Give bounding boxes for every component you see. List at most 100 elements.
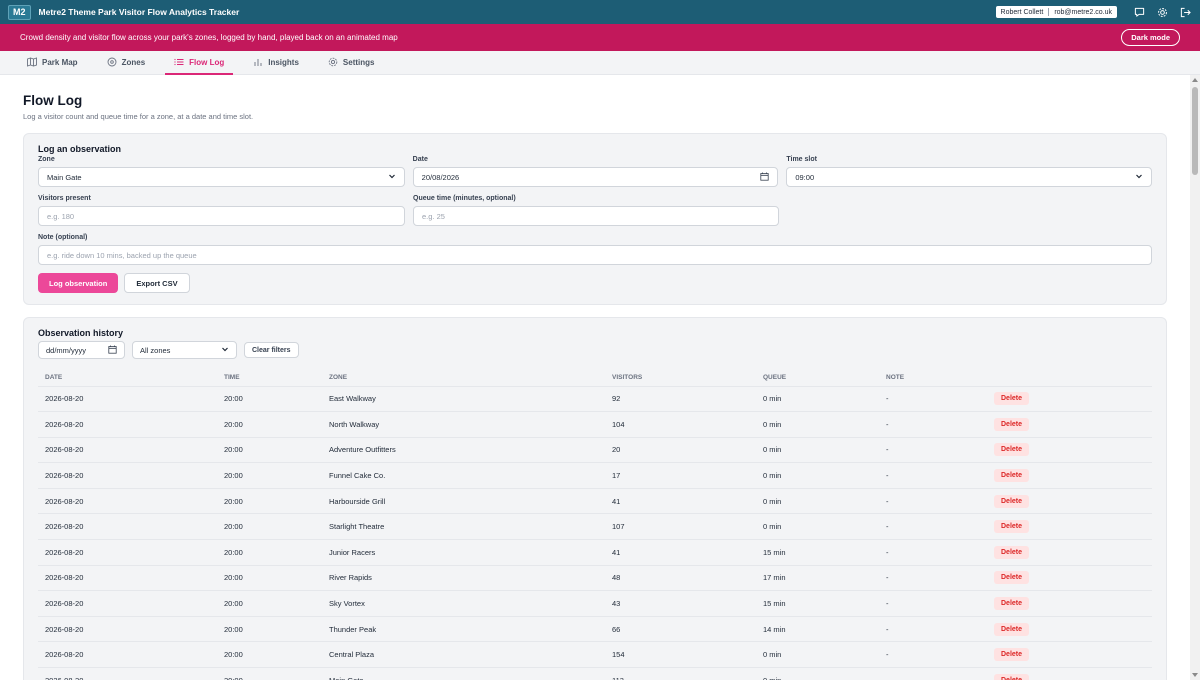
cell-actions: Delete [987, 539, 1152, 566]
date-input[interactable]: 20/08/2026 [412, 167, 779, 187]
tab-insights[interactable]: Insights [244, 51, 308, 74]
calendar-icon[interactable] [760, 172, 769, 183]
delete-button[interactable]: Delete [994, 545, 1030, 559]
column-header-note[interactable]: NOTE [879, 369, 987, 387]
table-row: 2026-08-20 20:00 Funnel Cake Co. 17 0 min - De… [38, 462, 1152, 489]
date-label: Date [412, 156, 428, 163]
export-csv-button[interactable]: Export CSV [124, 273, 190, 293]
scroll-up-arrow-icon[interactable] [1192, 78, 1198, 82]
observation-form: Log an observation Zone Main Gate Date 2… [23, 133, 1167, 305]
cell-note: - [879, 590, 987, 617]
gear-icon[interactable] [1155, 5, 1169, 19]
cell-time: 20:00 [217, 667, 322, 680]
cell-note: - [879, 488, 987, 515]
cell-queue: 15 min [756, 539, 879, 566]
chevron-down-icon [221, 345, 229, 355]
table-row: 2026-08-20 20:00 Junior Racers 41 15 min - Del… [38, 539, 1152, 566]
date-filter-placeholder: dd/mm/yyyy [46, 345, 87, 355]
cell-zone: East Walkway [322, 386, 605, 413]
column-header-actions [987, 369, 1152, 387]
map-icon [27, 56, 37, 69]
user-name: Robert Collett [1000, 8, 1044, 16]
column-header-date[interactable]: DATE [38, 369, 217, 387]
cell-zone: Main Gate [322, 667, 605, 680]
delete-button[interactable]: Delete [994, 443, 1030, 457]
delete-button[interactable]: Delete [994, 622, 1030, 636]
date-filter-input[interactable]: dd/mm/yyyy [38, 341, 125, 359]
time-slot-select[interactable]: 09:00 [786, 167, 1153, 187]
cell-date: 2026-08-20 [38, 488, 217, 515]
delete-button[interactable]: Delete [994, 571, 1030, 585]
cell-date: 2026-08-20 [38, 386, 217, 413]
cell-actions: Delete [987, 411, 1152, 438]
scroll-down-arrow-icon[interactable] [1192, 673, 1198, 677]
table-row: 2026-08-20 20:00 Harbourside Grill 41 0 min -… [38, 488, 1152, 515]
tab-settings[interactable]: Settings [319, 51, 384, 74]
zone-filter-value: All zones [140, 345, 171, 355]
banner-text: Crowd density and visitor flow across yo… [20, 33, 398, 42]
column-header-visitors[interactable]: VISITORS [605, 369, 756, 387]
dark-mode-button[interactable]: Dark mode [1121, 29, 1180, 46]
tab-flow-log[interactable]: Flow Log [165, 51, 234, 75]
chevron-down-icon [1135, 172, 1143, 182]
cell-date: 2026-08-20 [38, 616, 217, 643]
clear-filters-button[interactable]: Clear filters [244, 342, 299, 358]
cell-zone: Starlight Theatre [322, 513, 605, 541]
tab-label: Zones [121, 58, 146, 67]
delete-button[interactable]: Delete [994, 469, 1030, 483]
log-observation-button[interactable]: Log observation [38, 273, 119, 293]
tab-label: Insights [268, 58, 299, 67]
logout-icon[interactable] [1178, 5, 1192, 19]
cell-queue: 0 min [756, 488, 879, 515]
page-scrollbar[interactable] [1190, 75, 1200, 680]
delete-button[interactable]: Delete [994, 597, 1030, 611]
note-label: Note (optional) [38, 234, 88, 241]
divider [1048, 8, 1050, 16]
table-row: 2026-08-20 20:00 East Walkway 92 0 min - Delet… [38, 386, 1152, 413]
zone-select[interactable]: Main Gate [38, 167, 405, 187]
zone-filter-select[interactable]: All zones [132, 341, 237, 359]
cell-note: - [879, 411, 987, 438]
history-title: Observation history [38, 328, 124, 338]
column-header-queue[interactable]: QUEUE [756, 369, 879, 387]
cell-note: - [879, 616, 987, 643]
tab-zones[interactable]: Zones [98, 51, 155, 74]
time-slot-value: 09:00 [795, 172, 815, 182]
history-table: DATE TIME ZONE VISITORS QUEUE NOTE 2026-… [38, 369, 1152, 680]
cell-actions: Delete [987, 386, 1152, 413]
gear-icon [328, 57, 338, 69]
cell-queue: 17 min [756, 565, 879, 592]
visitors-label: Visitors present [38, 195, 91, 202]
queue-input[interactable]: e.g. 25 [413, 206, 779, 226]
column-header-time[interactable]: TIME [217, 369, 322, 387]
delete-button[interactable]: Delete [994, 392, 1030, 406]
tab-park-map[interactable]: Park Map [18, 51, 87, 74]
chat-icon[interactable] [1132, 5, 1146, 19]
calendar-icon[interactable] [108, 345, 117, 356]
observation-history: Observation history dd/mm/yyyy All zones… [23, 317, 1167, 680]
delete-button[interactable]: Delete [994, 673, 1030, 680]
delete-button[interactable]: Delete [994, 520, 1030, 534]
scrollbar-thumb[interactable] [1192, 87, 1198, 175]
cell-zone: Funnel Cake Co. [322, 462, 605, 489]
cell-visitors: 154 [605, 641, 756, 669]
delete-button[interactable]: Delete [994, 494, 1030, 508]
table-row: 2026-08-20 20:00 Thunder Peak 66 14 min - Dele… [38, 616, 1152, 643]
list-icon [174, 57, 184, 69]
delete-button[interactable]: Delete [994, 417, 1030, 431]
cell-visitors: 107 [605, 513, 756, 541]
delete-button[interactable]: Delete [994, 648, 1030, 662]
tab-label: Settings [342, 58, 375, 67]
cell-date: 2026-08-20 [38, 539, 217, 566]
cell-date: 2026-08-20 [38, 462, 217, 489]
queue-label: Queue time (minutes, optional) [413, 195, 516, 202]
user-chip[interactable]: Robert Collett rob@metre2.co.uk [995, 6, 1117, 18]
cell-note: - [879, 565, 987, 592]
cell-actions: Delete [987, 641, 1152, 669]
note-input[interactable]: e.g. ride down 10 mins, backed up the qu… [38, 245, 1152, 265]
visitors-input[interactable]: e.g. 180 [38, 206, 405, 226]
cell-date: 2026-08-20 [38, 590, 217, 617]
cell-actions: Delete [987, 565, 1152, 592]
column-header-zone[interactable]: ZONE [322, 369, 605, 387]
bar-chart-icon [253, 57, 263, 69]
